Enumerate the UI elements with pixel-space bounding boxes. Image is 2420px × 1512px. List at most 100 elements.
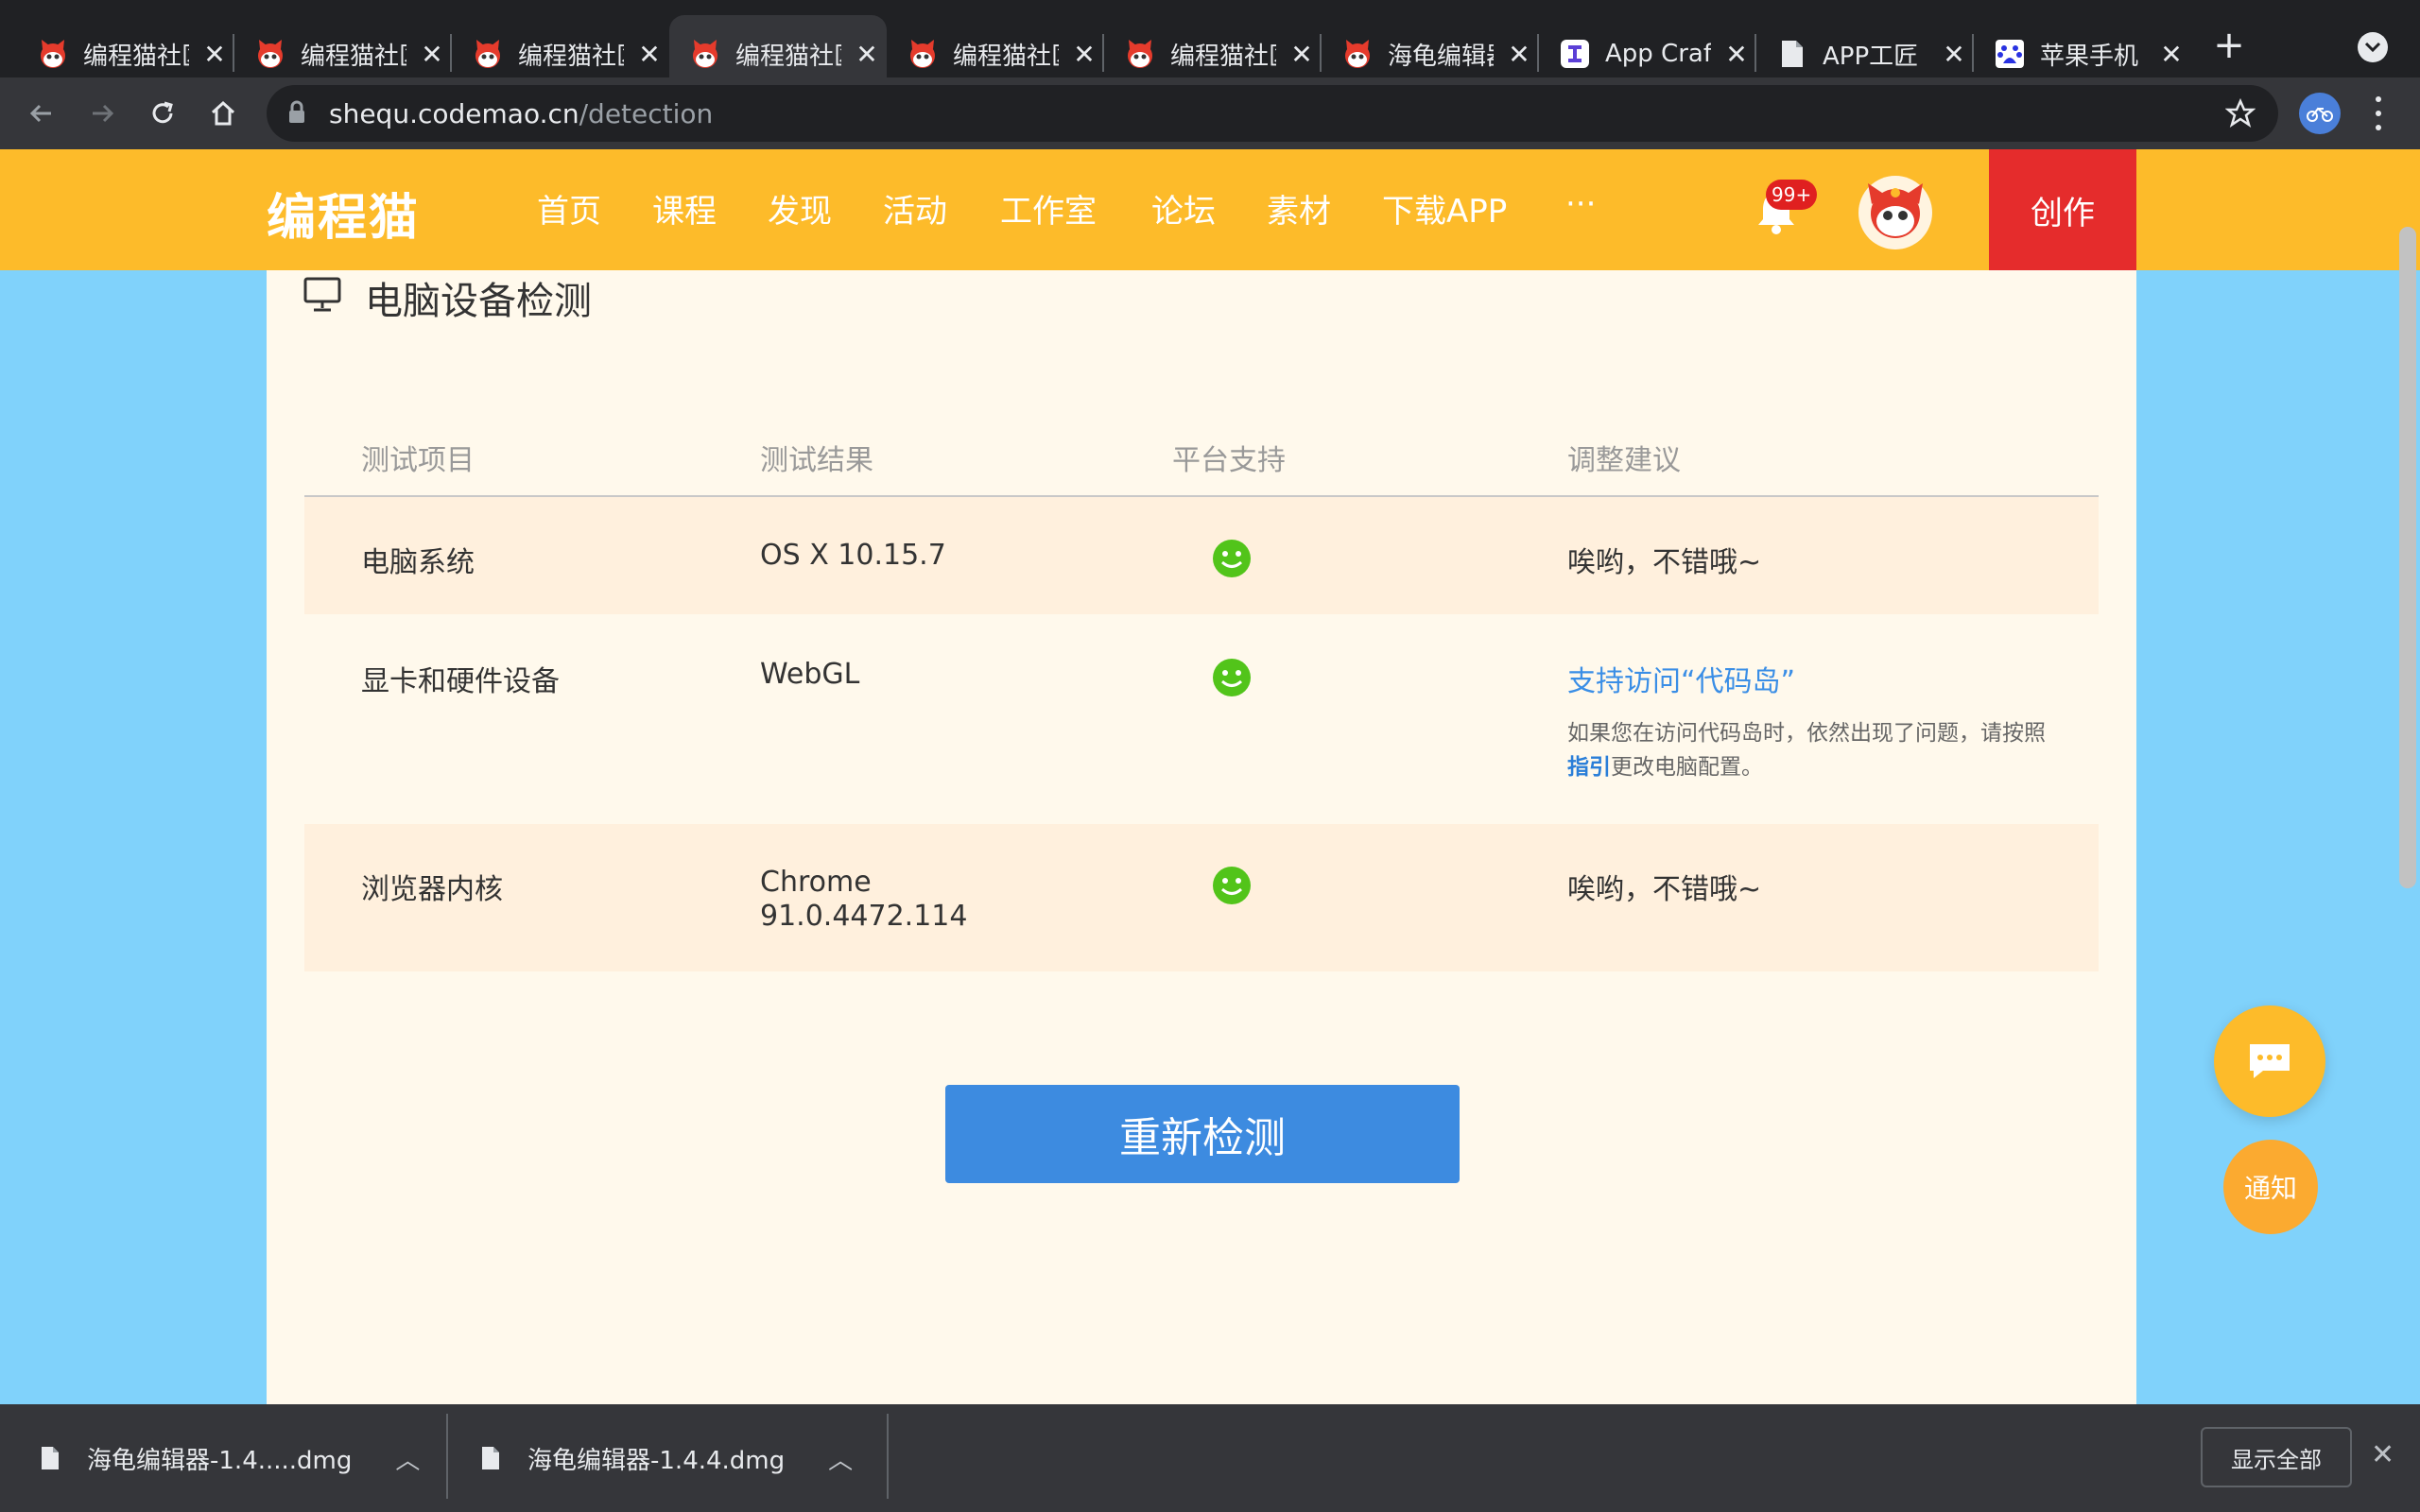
close-icon[interactable]: ✕ — [202, 39, 227, 70]
download-filename: 海龟编辑器-1.4.4.dmg — [527, 1446, 786, 1475]
download-divider — [887, 1414, 889, 1499]
url-text[interactable]: shequ.codemao.cn/detection — [329, 98, 713, 129]
tab-divider — [1972, 34, 1974, 72]
guide-link[interactable]: 指引 — [1567, 755, 1611, 780]
close-icon[interactable]: ✕ — [855, 39, 879, 70]
nav-link[interactable]: 首页 — [537, 185, 601, 232]
smile-check-icon — [1213, 659, 1251, 696]
arrow-left-icon — [29, 104, 51, 123]
tab-divider — [1320, 34, 1322, 72]
back-button[interactable] — [19, 91, 64, 136]
table-row — [304, 497, 2099, 614]
row-advice: 唉哟，不错哦~ — [1567, 873, 1762, 906]
baidu-favicon — [1993, 37, 2027, 71]
nav-link[interactable]: 素材 — [1267, 185, 1331, 232]
nav-link[interactable]: 课程 — [652, 185, 717, 232]
show-all-downloads-button[interactable]: 显示全部 — [2201, 1427, 2352, 1487]
column-header-result: 测试结果 — [760, 444, 873, 477]
column-header-support: 平台支持 — [1172, 444, 1286, 477]
page-scrollbar[interactable] — [2399, 227, 2416, 888]
close-icon[interactable]: ✕ — [1289, 39, 1314, 70]
create-button[interactable]: 创作 — [1989, 149, 2136, 270]
close-icon[interactable]: ✕ — [1507, 39, 1531, 70]
tab-title: 编程猫社区 — [953, 42, 1059, 71]
chevron-down-icon — [2364, 42, 2381, 53]
advice-note-text: 如果您在访问代码岛时，依然出现了问题，请按照 — [1567, 721, 2046, 746]
close-icon[interactable]: ✕ — [2159, 39, 2184, 70]
recheck-button[interactable]: 重新检测 — [945, 1085, 1460, 1183]
reload-icon — [152, 101, 173, 124]
tab-title: 海龟编辑器 — [1388, 42, 1494, 71]
code-island-link[interactable]: 支持访问“代码岛” — [1567, 658, 1795, 699]
smile-check-icon — [1213, 867, 1251, 904]
profile-avatar-button[interactable] — [2299, 93, 2341, 134]
bicycle-icon — [2307, 107, 2333, 122]
tab-divider — [1754, 34, 1756, 72]
tab-title: App Craft — [1605, 40, 1711, 68]
close-icon[interactable]: ✕ — [1942, 39, 1966, 70]
codemao-favicon — [36, 37, 70, 71]
nav-link[interactable]: 工作室 — [1000, 185, 1097, 232]
reload-button[interactable] — [140, 91, 185, 136]
smile-check-icon — [1213, 540, 1251, 577]
column-header-advice: 调整建议 — [1567, 444, 1681, 477]
row-result: OS X 10.15.7 — [760, 539, 946, 572]
notification-badge: 99+ — [1766, 180, 1818, 210]
close-icon[interactable]: ✕ — [2371, 1438, 2394, 1471]
nav-link[interactable]: 活动 — [883, 185, 947, 232]
row-item: 显卡和硬件设备 — [361, 665, 560, 698]
row-result-line1: Chrome — [760, 866, 872, 899]
mascot-avatar-icon — [1868, 183, 1923, 238]
monitor-icon — [303, 277, 341, 312]
row-result-line2: 91.0.4472.114 — [760, 900, 968, 933]
codemao-favicon — [1123, 37, 1157, 71]
document-icon — [1775, 37, 1809, 71]
nav-link[interactable]: ··· — [1565, 185, 1596, 223]
nav-link[interactable]: 下载APP — [1382, 185, 1507, 232]
file-icon — [482, 1447, 499, 1469]
notice-button[interactable]: 通知 — [2223, 1140, 2318, 1234]
download-filename: 海龟编辑器-1.4.....dmg — [87, 1446, 353, 1475]
tab-divider — [233, 34, 234, 72]
chat-button[interactable] — [2214, 1005, 2325, 1117]
new-tab-button[interactable]: + — [2208, 25, 2250, 66]
codemao-favicon — [906, 37, 940, 71]
close-icon[interactable]: ✕ — [1072, 39, 1097, 70]
column-header-item: 测试项目 — [361, 444, 475, 477]
row-item: 浏览器内核 — [361, 873, 503, 906]
nav-link[interactable]: 发现 — [768, 185, 832, 232]
chevron-up-icon[interactable]: ︿ — [395, 1441, 420, 1476]
codemao-favicon — [471, 37, 505, 71]
chat-bubble-icon — [2250, 1044, 2290, 1078]
advice-note: 如果您在访问代码岛时，依然出现了问题，请按照指引更改电脑配置。 — [1567, 716, 2059, 784]
arrow-right-icon — [93, 104, 114, 123]
codemao-favicon — [1340, 37, 1374, 71]
url-path: /detection — [579, 98, 714, 129]
download-item[interactable]: 海龟编辑器-1.4.4.dmg ︿ — [480, 1404, 853, 1512]
table-row — [304, 824, 2099, 971]
forward-button[interactable] — [79, 91, 125, 136]
close-icon[interactable]: ✕ — [1724, 39, 1749, 70]
tab-title: 编程猫社区 — [735, 42, 841, 71]
tab-title: 编程猫社区 — [83, 42, 189, 71]
close-icon[interactable]: ✕ — [637, 39, 662, 70]
row-result: WebGL — [760, 658, 860, 691]
download-item[interactable]: 海龟编辑器-1.4.....dmg ︿ — [40, 1404, 420, 1512]
row-advice: 唉哟，不错哦~ — [1567, 546, 1762, 579]
chevron-up-icon[interactable]: ︿ — [828, 1441, 853, 1476]
row-item: 电脑系统 — [361, 546, 475, 579]
tab-title: 编程猫社区 — [1170, 42, 1276, 71]
advice-note-text: 更改电脑配置。 — [1611, 755, 1763, 780]
nav-link[interactable]: 论坛 — [1151, 185, 1216, 232]
home-button[interactable] — [200, 91, 246, 136]
tab-divider — [450, 34, 452, 72]
close-icon[interactable]: ✕ — [420, 39, 444, 70]
tab-title: 编程猫社区 — [518, 42, 624, 71]
site-logo[interactable]: 编程猫 — [267, 178, 420, 249]
tab-search-button[interactable] — [2358, 32, 2388, 62]
browser-menu-button[interactable] — [2369, 96, 2388, 130]
star-icon[interactable] — [2225, 98, 2256, 129]
codemao-favicon — [688, 37, 722, 71]
lock-icon[interactable] — [287, 100, 306, 125]
user-avatar[interactable] — [1858, 176, 1932, 249]
